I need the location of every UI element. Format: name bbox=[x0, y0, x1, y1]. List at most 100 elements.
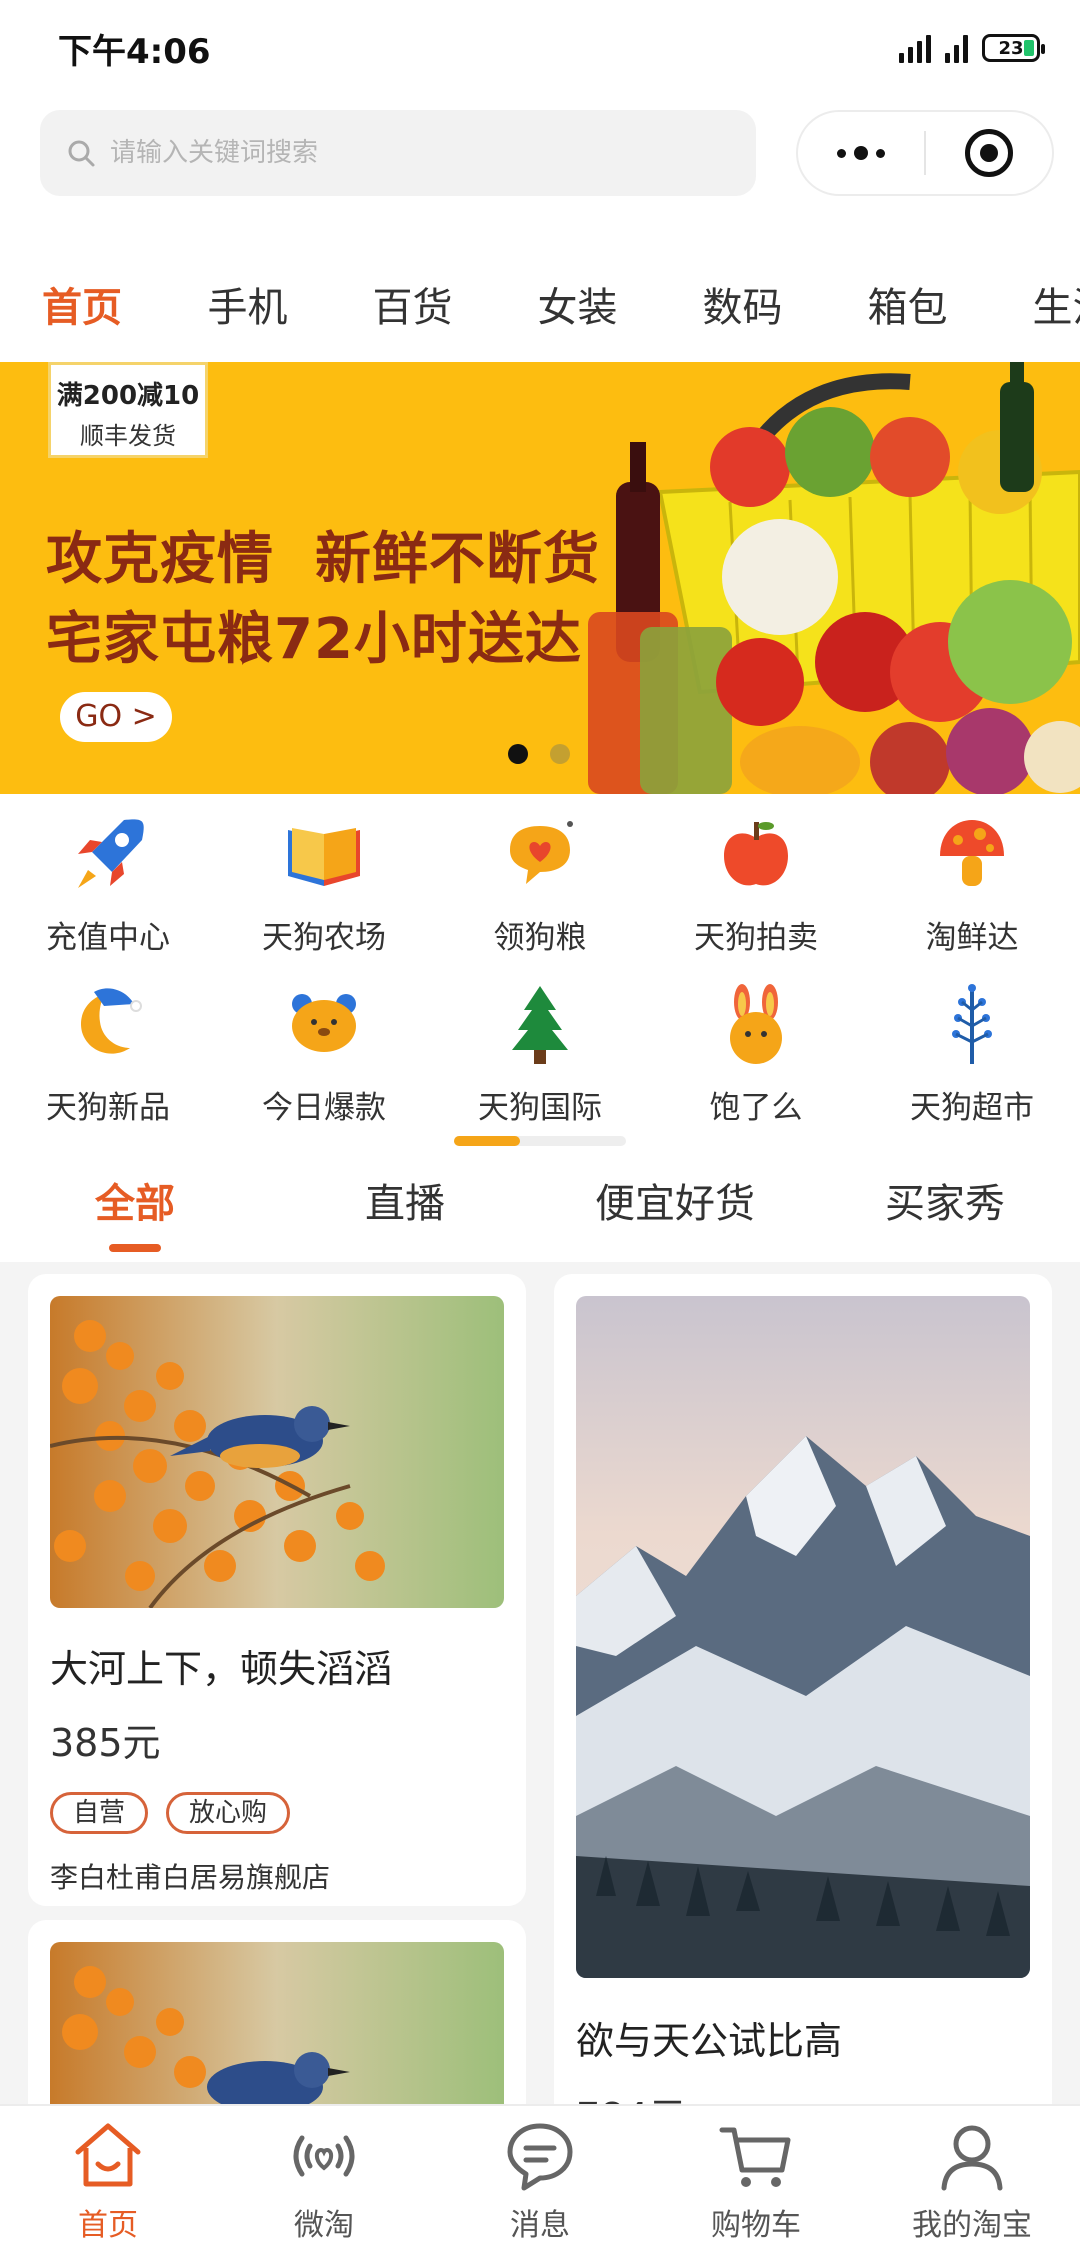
tree-icon bbox=[512, 986, 568, 1064]
nav-label: 我的淘宝 bbox=[912, 2208, 1032, 2243]
shortcut-supermarket[interactable]: 天狗超市 bbox=[864, 974, 1080, 1144]
banner-badge-line2: 顺丰发货 bbox=[80, 422, 176, 450]
battery-icon: 23 bbox=[982, 34, 1045, 62]
product-price: 784元 bbox=[576, 2086, 687, 2104]
shortcut-label: 天狗农场 bbox=[262, 920, 386, 956]
product-feed: 大河上下，顿失滔滔 385元 自营 放心购 李白杜甫白居易旗舰店 欲与天公试比高 bbox=[0, 1262, 1080, 2104]
book-icon bbox=[288, 828, 360, 886]
category-tab-bags[interactable]: 箱包 bbox=[825, 262, 990, 354]
product-tags: 自营 放心购 bbox=[50, 1792, 291, 1834]
product-image-mountain bbox=[576, 1296, 1030, 1978]
user-icon bbox=[941, 2125, 1003, 2191]
signal-icon bbox=[899, 33, 931, 63]
bottom-navigation: 首页 微淘 消息 购物车 我的淘宝 bbox=[0, 2104, 1080, 2248]
search-icon bbox=[68, 140, 95, 167]
feed-tabs: 全部 直播 便宜好货 买家秀 bbox=[0, 1164, 1080, 1260]
nav-my-taobao[interactable]: 我的淘宝 bbox=[864, 2106, 1080, 2248]
battery-level: 23 bbox=[998, 37, 1024, 59]
shortcut-farm[interactable]: 天狗农场 bbox=[216, 804, 432, 974]
rabbit-icon bbox=[730, 984, 782, 1064]
banner-headline-2: 宅家屯粮72小时送达 bbox=[46, 607, 582, 672]
more-button[interactable] bbox=[798, 112, 924, 194]
feed-tab-live[interactable]: 直播 bbox=[270, 1164, 540, 1260]
heart-bubble-icon bbox=[510, 821, 573, 884]
shortcut-international[interactable]: 天狗国际 bbox=[432, 974, 648, 1144]
product-card[interactable] bbox=[28, 1920, 526, 2104]
banner-go-button[interactable]: GO > bbox=[60, 692, 172, 742]
feed-tab-buyer-show[interactable]: 买家秀 bbox=[810, 1164, 1080, 1260]
product-shop: 李白杜甫白居易旗舰店 bbox=[50, 1861, 331, 1894]
shortcut-food-delivery[interactable]: 饱了么 bbox=[648, 974, 864, 1144]
shortcut-label: 淘鲜达 bbox=[925, 920, 1019, 956]
status-bar: 下午4:06 23 bbox=[0, 0, 1080, 96]
shortcut-auction[interactable]: 天狗拍卖 bbox=[648, 804, 864, 974]
nav-label: 消息 bbox=[510, 2208, 570, 2243]
nav-cart[interactable]: 购物车 bbox=[648, 2106, 864, 2248]
category-tab-phone[interactable]: 手机 bbox=[165, 262, 330, 354]
shortcut-recharge[interactable]: 充值中心 bbox=[0, 804, 216, 974]
category-tab-life[interactable]: 生活 bbox=[990, 262, 1080, 354]
cart-icon bbox=[719, 2127, 791, 2187]
target-icon bbox=[964, 129, 1013, 177]
mushroom-icon bbox=[940, 820, 1004, 886]
search-input[interactable] bbox=[110, 138, 670, 168]
category-tab-home[interactable]: 首页 bbox=[0, 262, 165, 354]
banner-dot-active[interactable] bbox=[508, 744, 528, 764]
banner-dot[interactable] bbox=[550, 744, 570, 764]
shortcut-label: 饱了么 bbox=[709, 1090, 803, 1126]
shortcut-fresh[interactable]: 淘鲜达 bbox=[864, 804, 1080, 974]
feed-tab-all[interactable]: 全部 bbox=[0, 1164, 270, 1260]
shortcut-label: 充值中心 bbox=[46, 920, 170, 956]
product-card[interactable]: 欲与天公试比高 784元 bbox=[554, 1274, 1052, 2104]
bear-icon bbox=[292, 994, 356, 1052]
product-title: 欲与天公试比高 bbox=[576, 2019, 843, 2063]
category-tab-general[interactable]: 百货 bbox=[330, 262, 495, 354]
banner-badge: 满200减10 顺丰发货 bbox=[48, 362, 208, 458]
nav-label: 微淘 bbox=[294, 2208, 354, 2243]
mini-program-capsule bbox=[796, 110, 1054, 196]
apple-icon bbox=[724, 822, 788, 886]
plant-icon bbox=[952, 984, 992, 1064]
product-price: 385元 bbox=[50, 1721, 161, 1765]
nav-label: 首页 bbox=[78, 2208, 138, 2243]
shortcut-new-products[interactable]: 天狗新品 bbox=[0, 974, 216, 1144]
product-title: 大河上下，顿失滔滔 bbox=[50, 1647, 393, 1691]
category-tab-women[interactable]: 女装 bbox=[495, 262, 660, 354]
search-box[interactable] bbox=[40, 110, 756, 196]
shortcut-label: 天狗新品 bbox=[46, 1090, 170, 1126]
shortcut-dog-food[interactable]: 领狗粮 bbox=[432, 804, 648, 974]
tag-assured: 放心购 bbox=[166, 1792, 291, 1834]
shortcut-label: 今日爆款 bbox=[262, 1090, 386, 1126]
status-icons: 23 bbox=[899, 33, 1045, 63]
banner-headline-1: 攻克疫情 新鲜不断货 bbox=[46, 527, 600, 592]
product-image-bird bbox=[50, 1296, 504, 1608]
banner-badge-line1: 满200减10 bbox=[56, 381, 200, 411]
status-time: 下午4:06 bbox=[58, 31, 211, 72]
feed-tab-deals[interactable]: 便宜好货 bbox=[540, 1164, 810, 1260]
promo-banner[interactable]: 满200减10 顺丰发货 攻克疫情 新鲜不断货 宅家屯粮72小时送达 GO > bbox=[0, 362, 1080, 794]
shortcut-hot-today[interactable]: 今日爆款 bbox=[216, 974, 432, 1144]
close-mini-program-button[interactable] bbox=[926, 112, 1052, 194]
message-icon bbox=[507, 2123, 573, 2191]
category-tab-digital[interactable]: 数码 bbox=[660, 262, 825, 354]
broadcast-heart-icon bbox=[293, 2135, 355, 2177]
shortcut-label: 天狗国际 bbox=[478, 1090, 602, 1126]
category-tabs: 首页 手机 百货 女装 数码 箱包 生活 bbox=[0, 262, 1080, 354]
nav-messages[interactable]: 消息 bbox=[432, 2106, 648, 2248]
search-row bbox=[0, 108, 1080, 198]
product-image-bird bbox=[50, 1942, 504, 2104]
tag-self-operated: 自营 bbox=[50, 1792, 149, 1834]
rocket-icon bbox=[78, 819, 144, 888]
shortcut-scroll-indicator bbox=[454, 1136, 626, 1146]
product-card[interactable]: 大河上下，顿失滔滔 385元 自营 放心购 李白杜甫白居易旗舰店 bbox=[28, 1274, 526, 1906]
nav-label: 购物车 bbox=[711, 2208, 801, 2243]
nav-home[interactable]: 首页 bbox=[0, 2106, 216, 2248]
banner-pagination bbox=[508, 744, 570, 764]
more-dots-icon bbox=[837, 146, 885, 160]
signal-icon-2 bbox=[945, 33, 968, 63]
nav-weitao[interactable]: 微淘 bbox=[216, 2106, 432, 2248]
shortcut-label: 领狗粮 bbox=[493, 920, 587, 956]
home-icon bbox=[75, 2123, 141, 2187]
shortcut-grid: 充值中心 天狗农场 领狗粮 天狗拍卖 淘鲜达 天狗新品 今日爆款 天狗国际 饱了… bbox=[0, 804, 1080, 1144]
grocery-basket-image bbox=[588, 362, 1080, 794]
